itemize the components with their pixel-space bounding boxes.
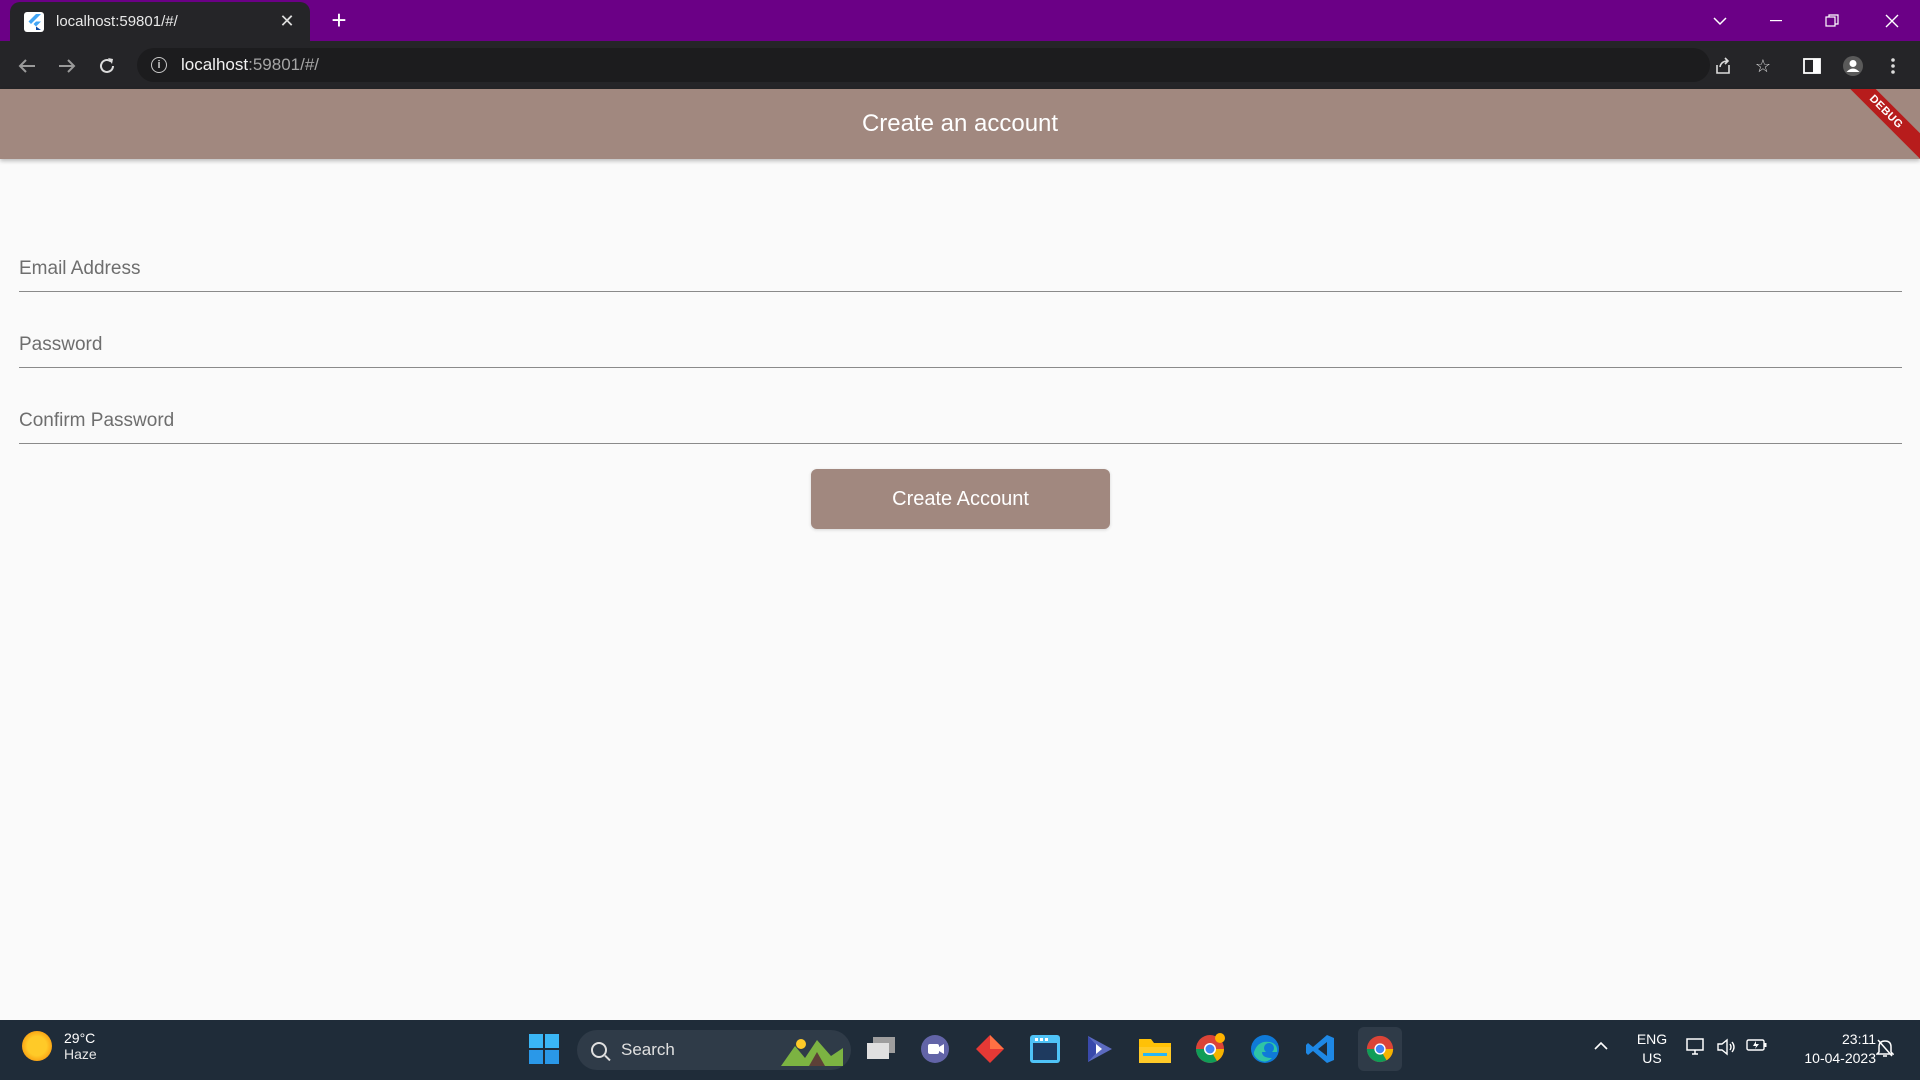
battery-icon[interactable] xyxy=(1746,1038,1768,1057)
weather-widget[interactable]: 29°C Haze xyxy=(22,1030,97,1062)
search-icon xyxy=(591,1042,607,1058)
menu-icon[interactable] xyxy=(1880,53,1906,79)
confirm-password-field[interactable] xyxy=(19,384,1902,443)
minimize-icon[interactable] xyxy=(1748,0,1804,41)
network-icon[interactable] xyxy=(1686,1038,1706,1061)
new-tab-button[interactable]: + xyxy=(326,6,352,34)
power-automate-icon[interactable] xyxy=(1083,1032,1117,1066)
chrome-icon[interactable] xyxy=(1358,1027,1402,1071)
tab-title: localhost:59801/#/ xyxy=(56,13,178,30)
back-icon[interactable] xyxy=(14,53,40,79)
page-title: Create an account xyxy=(861,110,1059,137)
weather-haze-icon xyxy=(22,1031,52,1061)
debug-banner: DEBUG xyxy=(1830,89,1920,159)
task-view-icon[interactable] xyxy=(864,1032,898,1066)
profile-icon[interactable] xyxy=(1840,53,1866,79)
clock[interactable]: 23:11 10-04-2023 xyxy=(1780,1030,1876,1068)
confirm-password-field-container xyxy=(19,384,1902,444)
search-label: Search xyxy=(621,1040,675,1059)
side-panel-icon[interactable] xyxy=(1799,53,1825,79)
notification-bell-icon[interactable] xyxy=(1875,1038,1895,1063)
language-indicator[interactable]: ENG US xyxy=(1634,1030,1670,1068)
flutter-favicon-icon xyxy=(24,11,44,32)
tab-close-icon[interactable]: ✕ xyxy=(278,11,296,32)
tab-search-icon[interactable] xyxy=(1692,0,1748,41)
taskbar: 29°C Haze Search ENG US 23:11 10-04-2023 xyxy=(0,1020,1920,1080)
create-account-button[interactable]: Create Account xyxy=(811,469,1110,529)
url-host: localhost xyxy=(181,55,249,74)
weather-temp: 29°C xyxy=(64,1030,96,1046)
reload-icon[interactable] xyxy=(94,53,120,79)
taskbar-search[interactable]: Search xyxy=(577,1030,851,1070)
edge-icon[interactable] xyxy=(1248,1032,1282,1066)
site-info-icon[interactable]: i xyxy=(151,57,167,73)
browser-tab[interactable]: localhost:59801/#/ ✕ xyxy=(10,2,310,41)
chevron-up-icon[interactable] xyxy=(1594,1038,1608,1056)
vscode-icon[interactable] xyxy=(1303,1032,1337,1066)
terminal-app-icon[interactable] xyxy=(1028,1032,1062,1066)
browser-tab-strip: localhost:59801/#/ ✕ + xyxy=(0,0,1920,41)
windows-start-icon[interactable] xyxy=(527,1032,561,1066)
email-field[interactable] xyxy=(19,232,1902,291)
search-highlight-icon xyxy=(781,1039,843,1066)
clock-date: 10-04-2023 xyxy=(1804,1050,1876,1066)
teams-chat-icon[interactable] xyxy=(918,1032,952,1066)
url-path: :59801/#/ xyxy=(248,55,320,74)
share-icon[interactable] xyxy=(1710,53,1736,79)
file-explorer-icon[interactable] xyxy=(1138,1032,1172,1066)
close-window-icon[interactable] xyxy=(1864,0,1920,41)
language-line1: ENG xyxy=(1636,1031,1668,1047)
address-bar[interactable]: i localhost:59801/#/ xyxy=(137,48,1710,82)
forward-icon[interactable] xyxy=(54,53,80,79)
app-bar: Create an account DEBUG xyxy=(0,89,1920,159)
language-line2: US xyxy=(1642,1050,1662,1066)
clock-time: 23:11 xyxy=(1842,1031,1876,1047)
volume-icon[interactable] xyxy=(1716,1038,1736,1061)
browser-toolbar: i localhost:59801/#/ ☆ xyxy=(0,41,1920,89)
chrome-profile-icon[interactable] xyxy=(1193,1032,1227,1066)
bookmark-star-icon[interactable]: ☆ xyxy=(1750,53,1776,79)
red-diamond-app-icon[interactable] xyxy=(973,1032,1007,1066)
email-field-container xyxy=(19,232,1902,292)
password-field[interactable] xyxy=(19,308,1902,367)
restore-icon[interactable] xyxy=(1804,0,1860,41)
password-field-container xyxy=(19,308,1902,368)
weather-desc: Haze xyxy=(64,1046,97,1062)
